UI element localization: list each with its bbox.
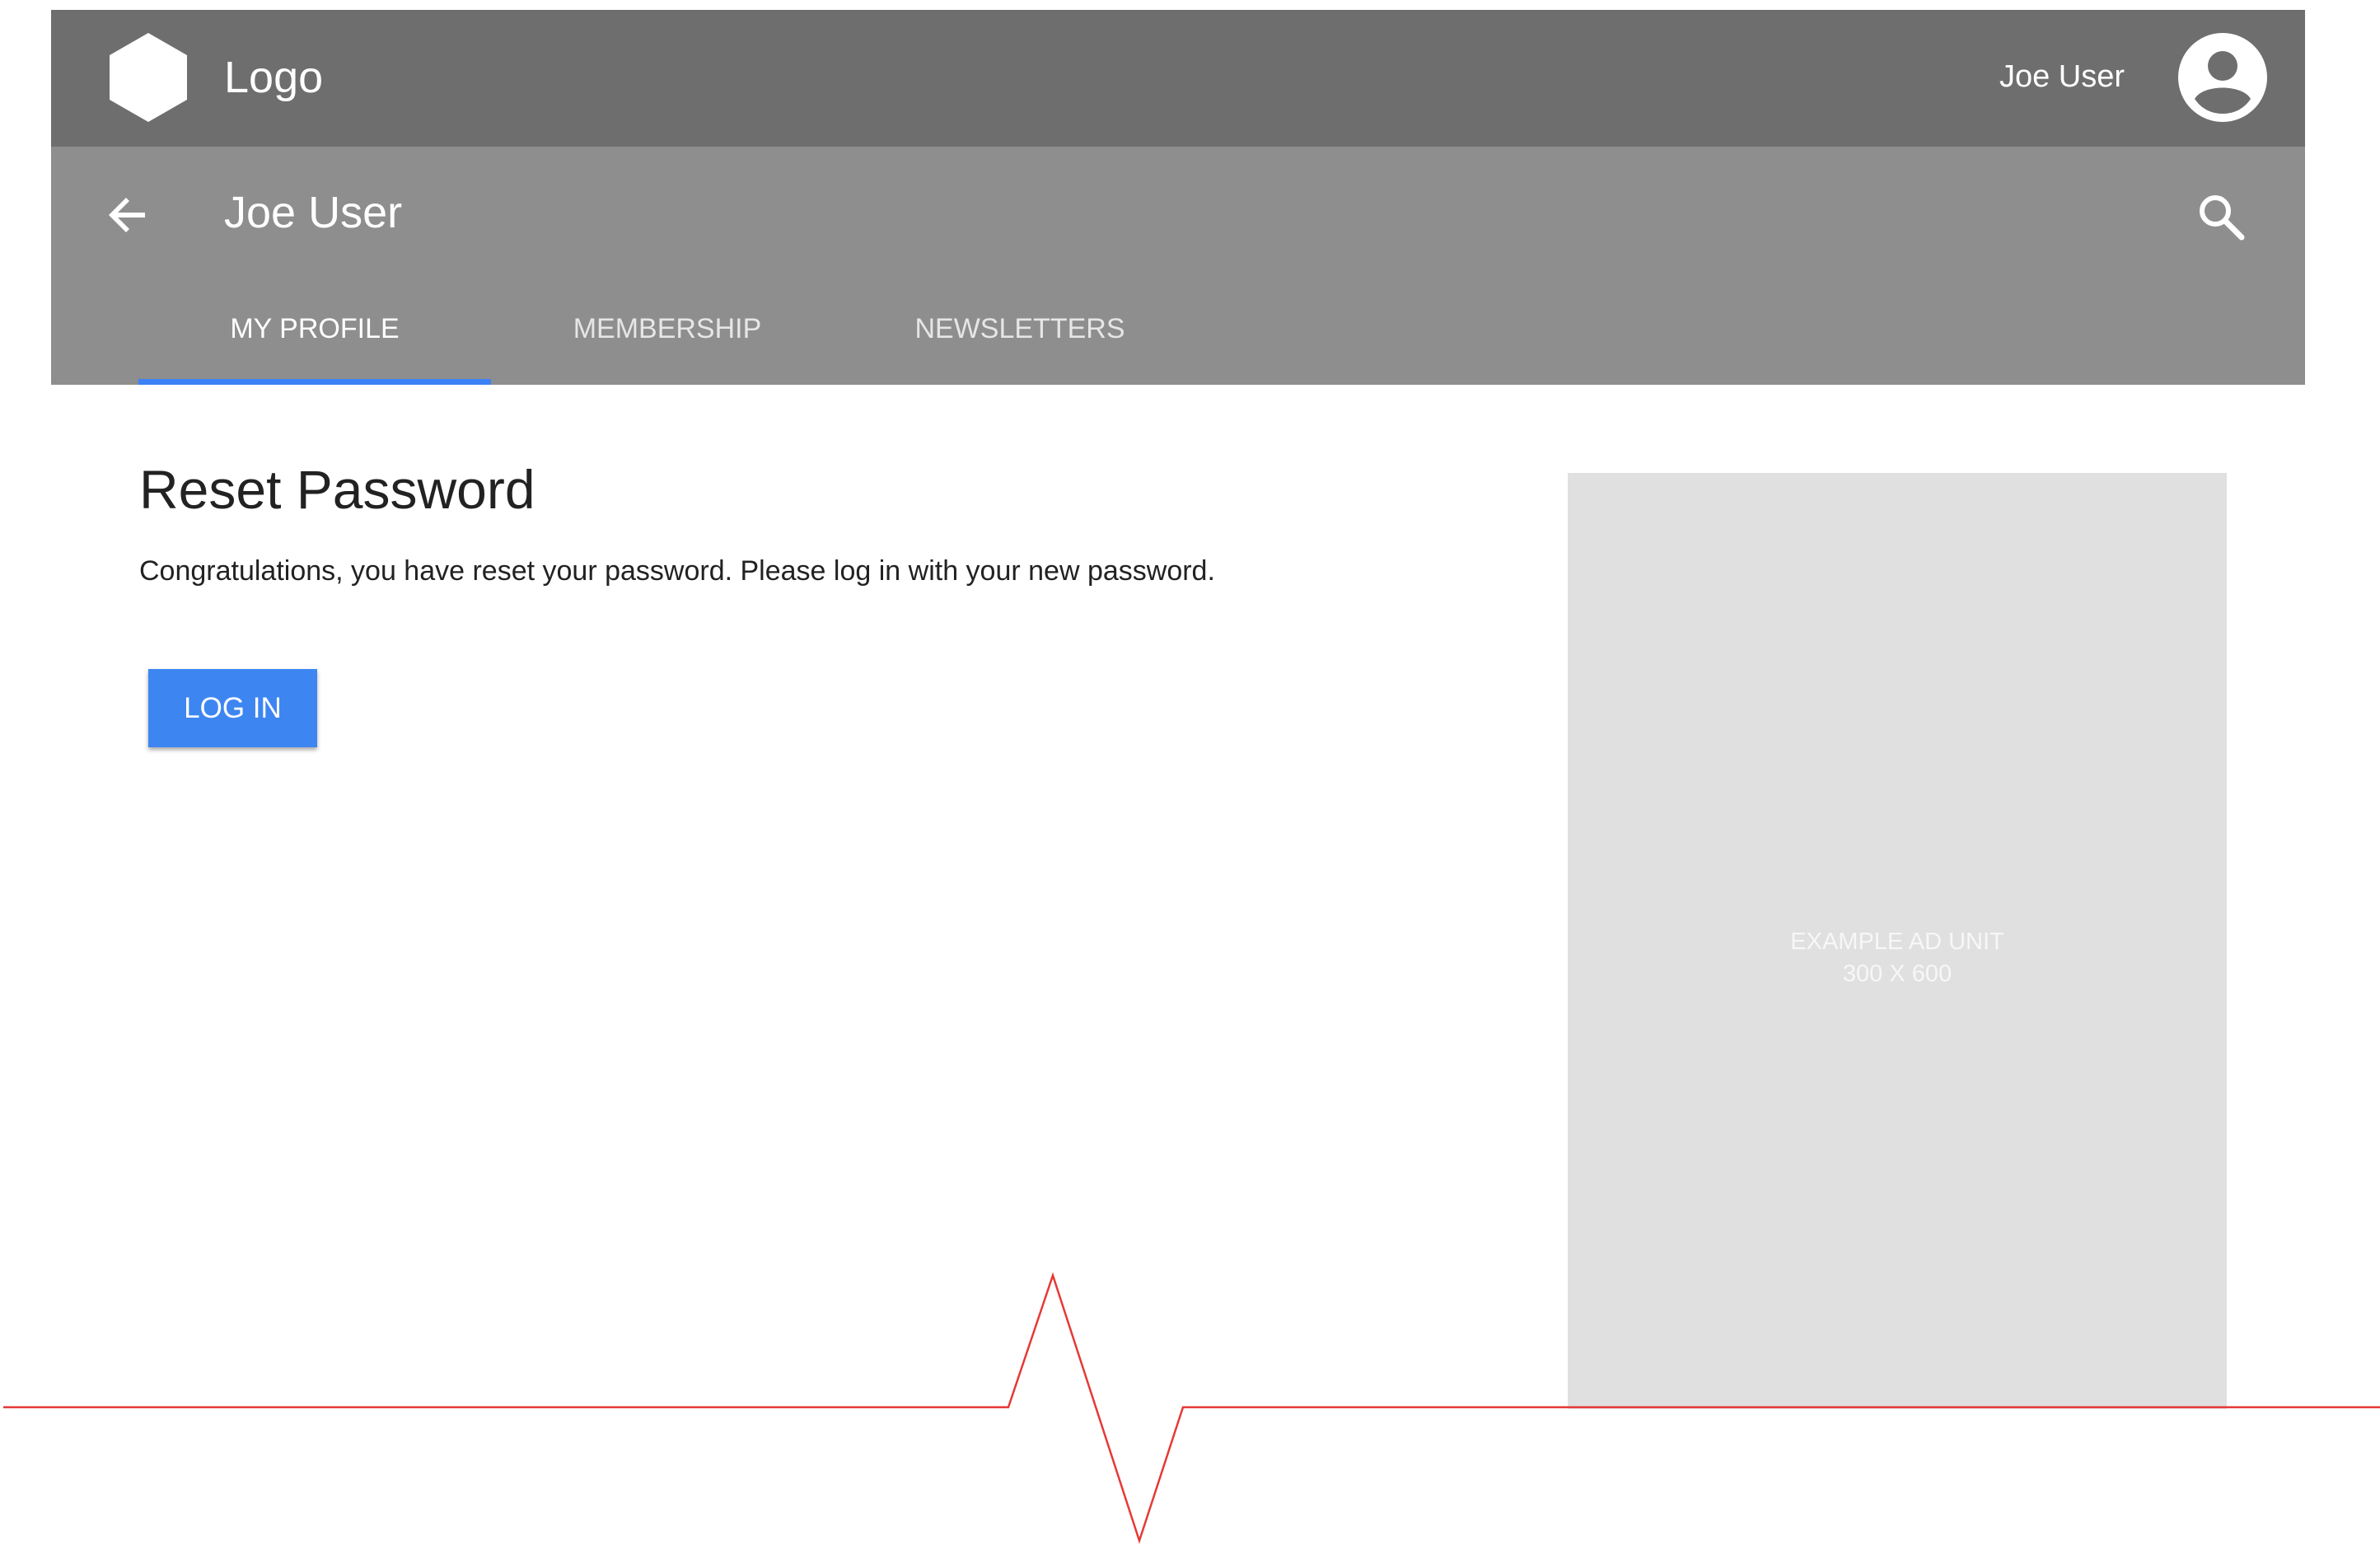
ad-label-line-2: 300 X 600 bbox=[1842, 961, 1952, 987]
tab-newsletters[interactable]: NEWSLETTERS bbox=[844, 302, 1196, 385]
arrow-back-icon[interactable] bbox=[105, 192, 152, 238]
profile-subheader: Joe User MY PROFILE MEMBERSHIP NEWSLETTE… bbox=[51, 147, 2305, 385]
tab-membership[interactable]: MEMBERSHIP bbox=[491, 302, 844, 385]
log-in-button[interactable]: LOG IN bbox=[148, 669, 317, 747]
tab-my-profile[interactable]: MY PROFILE bbox=[138, 302, 491, 385]
ad-unit[interactable]: EXAMPLE AD UNIT 300 X 600 bbox=[1568, 473, 2227, 1409]
page-title: Reset Password bbox=[139, 459, 535, 520]
account-circle-icon[interactable] bbox=[2178, 33, 2267, 122]
ad-label: EXAMPLE AD UNIT 300 X 600 bbox=[1568, 926, 2227, 990]
ad-label-line-1: EXAMPLE AD UNIT bbox=[1790, 929, 2004, 955]
search-icon[interactable] bbox=[2196, 192, 2246, 241]
hexagon-logo-icon[interactable] bbox=[110, 33, 187, 122]
subheader-title: Joe User bbox=[224, 188, 403, 237]
logo-text[interactable]: Logo bbox=[224, 55, 323, 100]
reset-success-message: Congratulations, you have reset your pas… bbox=[139, 555, 1215, 587]
header-user-name[interactable]: Joe User bbox=[1999, 61, 2125, 92]
app-header: Logo Joe User bbox=[51, 10, 2305, 147]
